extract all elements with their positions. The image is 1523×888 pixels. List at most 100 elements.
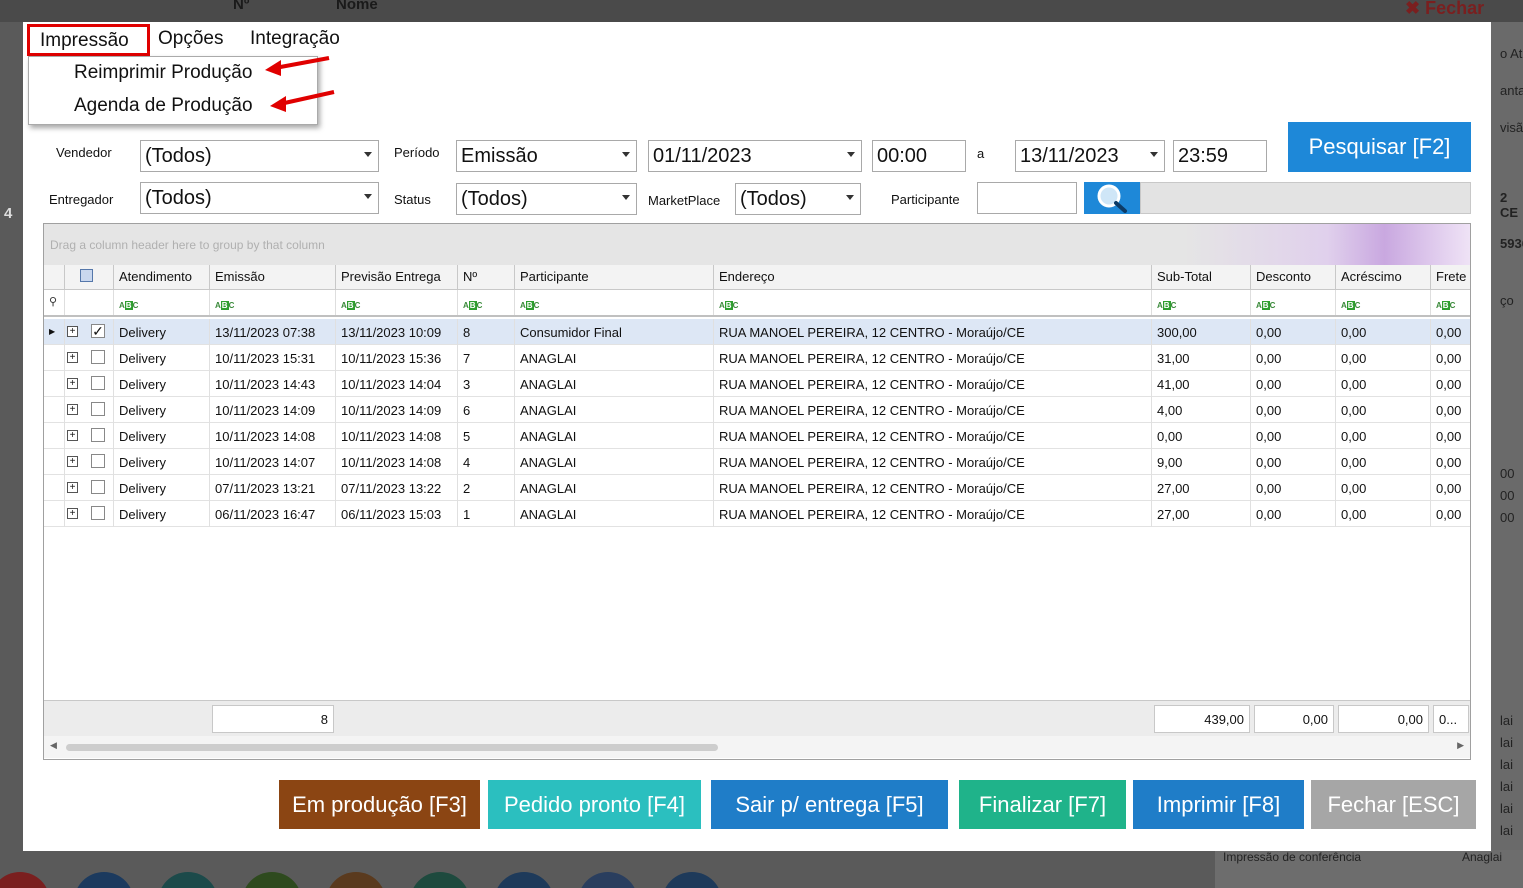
menu-opcoes[interactable]: Opções xyxy=(154,28,227,50)
cell-numero: 6 xyxy=(458,397,515,423)
table-row[interactable]: + Delivery 10/11/2023 14:43 10/11/2023 14:0… xyxy=(44,371,1470,397)
expand-row-icon[interactable]: + xyxy=(67,378,78,389)
cell-acrescimo: 0,00 xyxy=(1336,449,1431,475)
select-all-checkbox[interactable] xyxy=(80,269,93,282)
marketplace-label: MarketPlace xyxy=(648,193,721,208)
background-top-strip xyxy=(0,0,1523,22)
filter-cell-desconto[interactable]: ABC xyxy=(1251,290,1336,315)
date-from-picker[interactable]: 01/11/2023 xyxy=(648,140,862,172)
table-row[interactable]: + Delivery 07/11/2023 13:21 07/11/2023 13:2… xyxy=(44,475,1470,501)
cell-emissao: 10/11/2023 14:43 xyxy=(210,371,336,397)
scroll-left-icon[interactable]: ◀ xyxy=(50,740,57,751)
menu-integracao[interactable]: Integração xyxy=(246,28,344,50)
row-checkbox[interactable] xyxy=(91,506,105,520)
filter-cell-participante[interactable]: ABC xyxy=(515,290,714,315)
filter-cell-endereco[interactable]: ABC xyxy=(714,290,1152,315)
column-header-subtotal[interactable]: Sub-Total xyxy=(1152,265,1251,290)
cell-frete: 0,00 xyxy=(1431,475,1470,501)
row-checkbox[interactable] xyxy=(91,376,105,390)
menu-bar: Impressão Opções Integração xyxy=(23,22,1491,56)
entregador-combo[interactable]: (Todos) xyxy=(140,182,379,214)
participante-input[interactable] xyxy=(977,182,1077,214)
cell-subtotal: 4,00 xyxy=(1152,397,1251,423)
row-indicator xyxy=(44,449,65,475)
cell-numero: 3 xyxy=(458,371,515,397)
scroll-right-icon[interactable]: ▶ xyxy=(1457,740,1464,751)
expand-row-icon[interactable]: + xyxy=(67,404,78,415)
row-checkbox[interactable] xyxy=(91,428,105,442)
expand-row-icon[interactable]: + xyxy=(67,482,78,493)
table-row[interactable]: + Delivery 10/11/2023 14:08 10/11/2023 14:0… xyxy=(44,423,1470,449)
cell-numero: 8 xyxy=(458,319,515,345)
column-header-numero[interactable]: Nº xyxy=(458,265,515,290)
column-header-emissao[interactable]: Emissão xyxy=(210,265,336,290)
status-combo[interactable]: (Todos) xyxy=(456,183,637,215)
time-from-input[interactable]: 00:00 xyxy=(872,140,966,172)
cell-atendimento: Delivery xyxy=(114,319,210,345)
column-header-previsao-entrega[interactable]: Previsão Entrega xyxy=(336,265,458,290)
header-select-all[interactable] xyxy=(65,265,114,290)
row-checkbox[interactable] xyxy=(91,454,105,468)
horizontal-scrollbar[interactable]: ◀ ▶ xyxy=(44,736,1470,758)
expand-row-icon[interactable]: + xyxy=(67,326,78,337)
marketplace-combo[interactable]: (Todos) xyxy=(735,183,861,215)
filter-cell-atendimento[interactable]: ABC xyxy=(114,290,210,315)
group-panel[interactable]: Drag a column header here to group by th… xyxy=(44,224,1470,265)
column-header-participante[interactable]: Participante xyxy=(515,265,714,290)
table-row[interactable]: ▶ + ✓ Delivery 13/11/2023 07:38 13/11/2023 10… xyxy=(44,319,1470,345)
filter-cell-numero[interactable]: ABC xyxy=(458,290,515,315)
column-header-frete[interactable]: Frete xyxy=(1431,265,1470,290)
expand-row-icon[interactable]: + xyxy=(67,456,78,467)
scrollbar-thumb[interactable] xyxy=(66,744,718,751)
periodo-label: Período xyxy=(394,145,440,160)
row-checkbox[interactable] xyxy=(91,480,105,494)
cell-subtotal: 300,00 xyxy=(1152,319,1251,345)
text-filter-icon: ABC xyxy=(719,301,739,310)
expand-row-icon[interactable]: + xyxy=(67,352,78,363)
text-filter-icon: ABC xyxy=(341,301,361,310)
filter-cell-emissao[interactable]: ABC xyxy=(210,290,336,315)
pedido-pronto-button[interactable]: Pedido pronto [F4] xyxy=(488,780,701,829)
background-bottom-left-text: Impressão de conferência xyxy=(1223,850,1362,864)
menu-item-agenda-producao[interactable]: Agenda de Produção xyxy=(74,95,253,117)
imprimir-button[interactable]: Imprimir [F8] xyxy=(1133,780,1304,829)
expand-row-icon[interactable]: + xyxy=(67,430,78,441)
column-header-endereco[interactable]: Endereço xyxy=(714,265,1152,290)
cell-subtotal: 0,00 xyxy=(1152,423,1251,449)
fechar-button[interactable]: Fechar [ESC] xyxy=(1311,780,1476,829)
time-to-input[interactable]: 23:59 xyxy=(1173,140,1267,172)
expand-row-icon[interactable]: + xyxy=(67,508,78,519)
menu-item-reimprimir-producao[interactable]: Reimprimir Produção xyxy=(74,62,252,84)
em-producao-button[interactable]: Em produção [F3] xyxy=(279,780,480,829)
vendedor-combo[interactable]: (Todos) xyxy=(140,140,379,172)
row-checkbox[interactable] xyxy=(91,350,105,364)
date-to-picker[interactable]: 13/11/2023 xyxy=(1015,140,1165,172)
cell-endereco: RUA MANOEL PEREIRA, 12 CENTRO - Moraújo/… xyxy=(714,449,1152,475)
background-side-number: 4 xyxy=(4,205,13,222)
table-row[interactable]: + Delivery 10/11/2023 14:07 10/11/2023 14:0… xyxy=(44,449,1470,475)
filter-cell-previsao[interactable]: ABC xyxy=(336,290,458,315)
cell-participante: ANAGLAI xyxy=(515,423,714,449)
cell-emissao: 10/11/2023 14:07 xyxy=(210,449,336,475)
column-header-desconto[interactable]: Desconto xyxy=(1251,265,1336,290)
header-indicator xyxy=(44,265,65,290)
filter-cell-acrescimo[interactable]: ABC xyxy=(1336,290,1431,315)
search-button[interactable]: Pesquisar [F2] xyxy=(1288,122,1471,172)
cell-participante: Consumidor Final xyxy=(515,319,714,345)
filter-cell-frete[interactable]: ABC xyxy=(1431,290,1470,315)
row-checkbox[interactable] xyxy=(91,402,105,416)
participante-search-button[interactable] xyxy=(1084,182,1140,214)
periodo-combo[interactable]: Emissão xyxy=(456,140,637,172)
column-header-acrescimo[interactable]: Acréscimo xyxy=(1336,265,1431,290)
column-header-atendimento[interactable]: Atendimento xyxy=(114,265,210,290)
filter-cell-subtotal[interactable]: ABC xyxy=(1152,290,1251,315)
cell-frete: 0,00 xyxy=(1431,501,1470,527)
row-checkbox[interactable]: ✓ xyxy=(91,324,105,338)
table-row[interactable]: + Delivery 10/11/2023 15:31 10/11/2023 15:3… xyxy=(44,345,1470,371)
finalizar-button[interactable]: Finalizar [F7] xyxy=(959,780,1126,829)
table-row[interactable]: + Delivery 10/11/2023 14:09 10/11/2023 14:0… xyxy=(44,397,1470,423)
cell-participante: ANAGLAI xyxy=(515,345,714,371)
menu-impressao[interactable]: Impressão xyxy=(27,24,150,56)
table-row[interactable]: + Delivery 06/11/2023 16:47 06/11/2023 15:0… xyxy=(44,501,1470,527)
sair-para-entrega-button[interactable]: Sair p/ entrega [F5] xyxy=(711,780,948,829)
